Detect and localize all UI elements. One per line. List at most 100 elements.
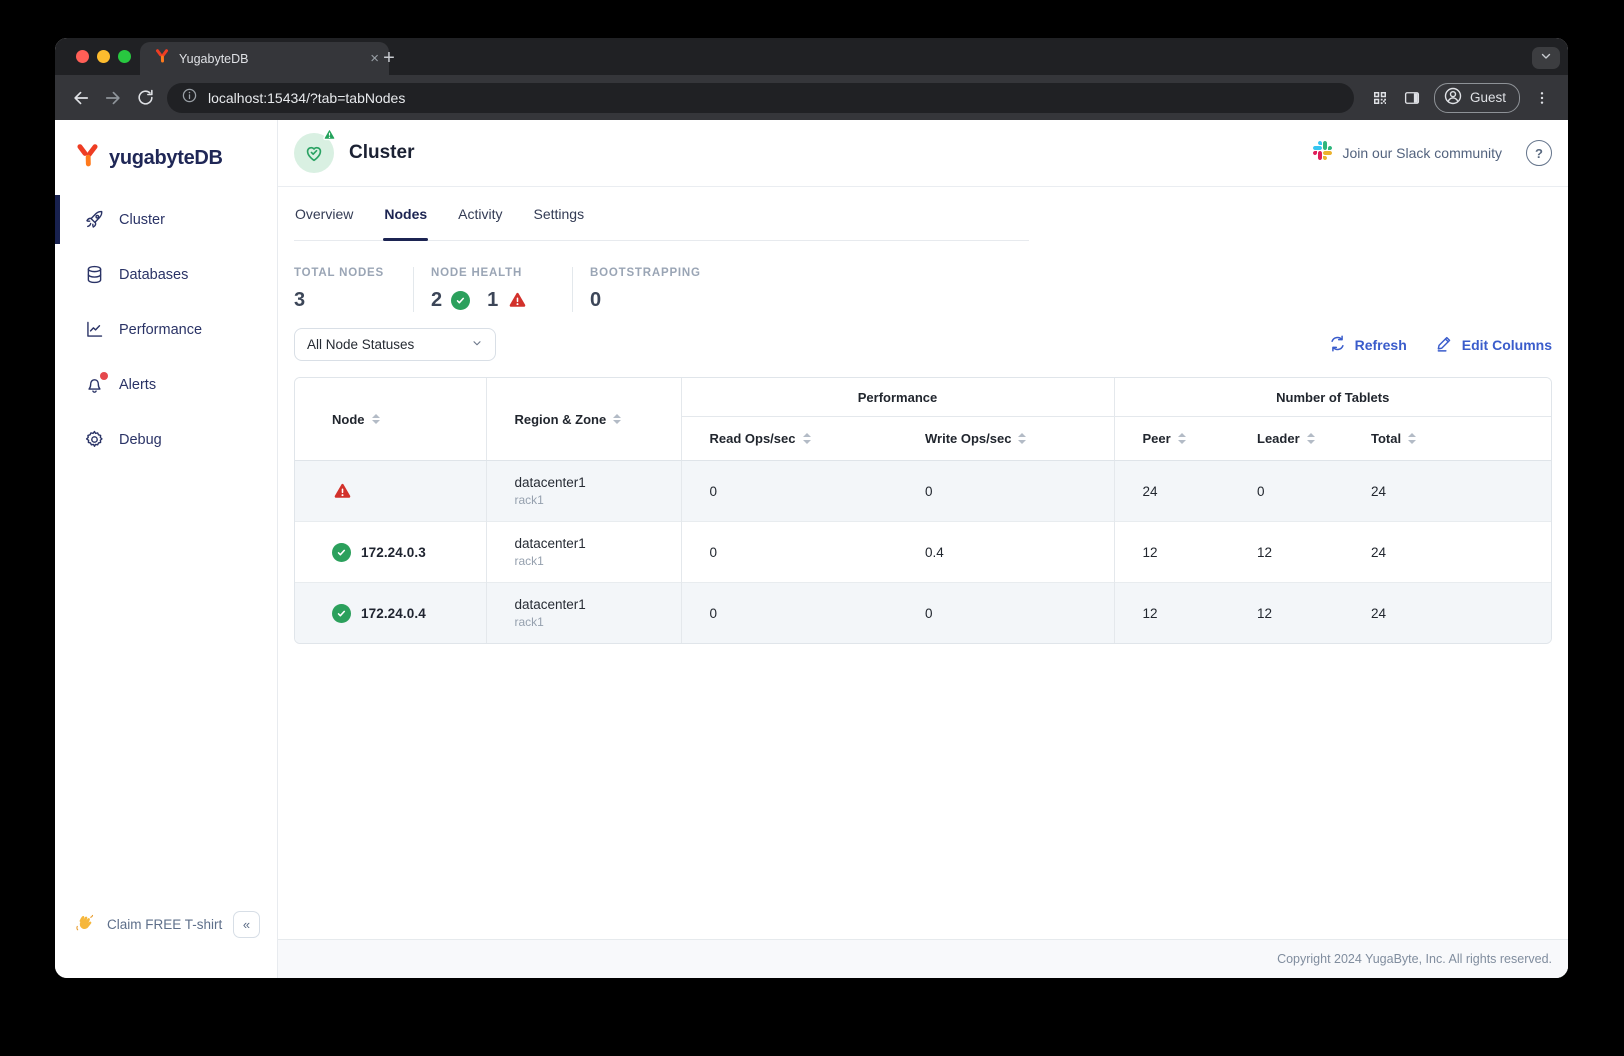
yugabytedb-favicon-icon xyxy=(154,48,170,69)
help-button[interactable]: ? xyxy=(1526,140,1552,166)
browser-toolbar: localhost:15434/?tab=tabNodes Guest xyxy=(55,75,1568,120)
yugabytedb-logo: yugabyteDB xyxy=(55,120,277,174)
edit-columns-button[interactable]: Edit Columns xyxy=(1435,334,1552,356)
node-stats: TOTAL NODES 3 NODE HEALTH 2 1 xyxy=(278,241,1568,312)
tab-overview[interactable]: Overview xyxy=(294,187,354,241)
node-cell: 172.24.0.3 xyxy=(295,522,486,583)
browser-menu-icon[interactable] xyxy=(1526,82,1558,114)
check-circle-icon xyxy=(332,543,351,562)
bootstrapping-value: 0 xyxy=(590,289,601,312)
stat-bootstrapping: BOOTSTRAPPING 0 xyxy=(572,267,719,312)
healthy-count: 2 xyxy=(431,289,442,312)
chart-line-icon xyxy=(84,319,105,340)
yugabytedb-logo-icon xyxy=(74,142,101,174)
region-cell: datacenter1 rack1 xyxy=(486,583,681,644)
column-header-node: Node xyxy=(295,378,486,461)
sort-icon[interactable] xyxy=(1178,433,1186,444)
side-panel-icon[interactable] xyxy=(1396,82,1428,114)
browser-tab[interactable]: YugabyteDB × xyxy=(140,42,389,75)
gear-icon xyxy=(84,429,105,450)
sidebar: yugabyteDB Cluster Databases xyxy=(55,120,278,978)
sort-icon[interactable] xyxy=(1018,433,1026,444)
forward-button[interactable] xyxy=(97,82,129,114)
address-bar[interactable]: localhost:15434/?tab=tabNodes xyxy=(167,83,1354,113)
column-header-total: Total xyxy=(1343,417,1551,461)
desktop-background: YugabyteDB × + localhost:15434/?tab=tabN… xyxy=(0,0,1624,1056)
region-name: datacenter1 xyxy=(515,475,680,490)
tab-settings[interactable]: Settings xyxy=(533,187,586,241)
new-tab-button[interactable]: + xyxy=(375,44,403,72)
tab-nodes[interactable]: Nodes xyxy=(383,187,428,241)
sort-icon[interactable] xyxy=(372,414,380,425)
total-cell: 24 xyxy=(1343,461,1551,522)
stat-label: TOTAL NODES xyxy=(294,267,395,279)
collapse-sidebar-button[interactable]: « xyxy=(233,911,260,938)
qr-code-icon[interactable] xyxy=(1364,82,1396,114)
node-address: 172.24.0.3 xyxy=(361,545,426,560)
sidebar-item-label: Databases xyxy=(119,267,188,283)
column-header-region-zone: Region & Zone xyxy=(486,378,681,461)
sort-icon[interactable] xyxy=(1307,433,1315,444)
claim-tshirt-label: Claim FREE T-shirt xyxy=(107,917,233,932)
cluster-health-icon xyxy=(294,133,334,173)
sidebar-item-cluster[interactable]: Cluster xyxy=(55,192,277,247)
page-title: Cluster xyxy=(349,142,414,164)
main-panel: Cluster Join our Slack community ? Overv… xyxy=(278,120,1568,978)
write-ops-cell: 0 xyxy=(897,461,1114,522)
sort-icon[interactable] xyxy=(613,414,621,425)
sort-icon[interactable] xyxy=(1408,433,1416,444)
sidebar-item-debug[interactable]: Debug xyxy=(55,412,277,467)
column-header-peer: Peer xyxy=(1114,417,1229,461)
back-button[interactable] xyxy=(65,82,97,114)
tab-search-button[interactable] xyxy=(1532,47,1560,69)
tab-activity[interactable]: Activity xyxy=(457,187,503,241)
database-icon xyxy=(84,264,105,285)
node-status-filter-select[interactable]: All Node Statuses xyxy=(294,328,496,361)
table-row[interactable]: datacenter1 rack1 0 0 24 0 24 xyxy=(295,461,1551,522)
region-cell: datacenter1 rack1 xyxy=(486,522,681,583)
rocket-icon xyxy=(84,209,105,230)
region-name: datacenter1 xyxy=(515,597,680,612)
warning-triangle-icon xyxy=(507,290,528,311)
node-address: 172.24.0.4 xyxy=(361,606,426,621)
table-row[interactable]: 172.24.0.3 datacenter1 rack1 0 0.4 12 12 xyxy=(295,522,1551,583)
unhealthy-count: 1 xyxy=(487,289,498,312)
reload-button[interactable] xyxy=(129,82,161,114)
sidebar-nav: Cluster Databases Performance xyxy=(55,192,277,467)
column-header-read-ops: Read Ops/sec xyxy=(681,417,897,461)
minimize-window-button[interactable] xyxy=(97,50,110,63)
read-ops-cell: 0 xyxy=(681,461,897,522)
sidebar-item-databases[interactable]: Databases xyxy=(55,247,277,302)
guest-profile-button[interactable]: Guest xyxy=(1434,83,1520,113)
app-content: yugabyteDB Cluster Databases xyxy=(55,120,1568,978)
cluster-tabs: Overview Nodes Activity Settings xyxy=(278,187,1568,241)
sort-icon[interactable] xyxy=(803,433,811,444)
slack-community-link[interactable]: Join our Slack community xyxy=(1313,141,1502,165)
chevron-down-icon xyxy=(1539,49,1553,68)
group-header-tablets: Number of Tablets xyxy=(1114,378,1551,417)
zoom-window-button[interactable] xyxy=(118,50,131,63)
zone-name: rack1 xyxy=(515,554,680,568)
peer-cell: 12 xyxy=(1114,583,1229,644)
site-info-icon[interactable] xyxy=(181,87,198,109)
sidebar-item-alerts[interactable]: Alerts xyxy=(55,357,277,412)
url-text: localhost:15434/?tab=tabNodes xyxy=(208,90,405,106)
avatar-icon xyxy=(1443,86,1463,109)
stat-label: NODE HEALTH xyxy=(431,267,554,279)
stat-total-nodes: TOTAL NODES 3 xyxy=(294,267,413,312)
leader-cell: 12 xyxy=(1229,583,1343,644)
logo-text: yugabyteDB xyxy=(109,147,223,170)
table-row[interactable]: 172.24.0.4 datacenter1 rack1 0 0 12 12 xyxy=(295,583,1551,644)
refresh-button[interactable]: Refresh xyxy=(1328,334,1407,356)
leader-cell: 0 xyxy=(1229,461,1343,522)
sidebar-item-label: Cluster xyxy=(119,212,165,228)
sidebar-item-performance[interactable]: Performance xyxy=(55,302,277,357)
slack-link-label: Join our Slack community xyxy=(1342,145,1502,161)
warning-badge-icon xyxy=(321,127,338,149)
close-window-button[interactable] xyxy=(76,50,89,63)
refresh-label: Refresh xyxy=(1355,337,1407,353)
window-controls xyxy=(76,50,131,63)
claim-tshirt-link[interactable]: Claim FREE T-shirt « xyxy=(55,911,277,938)
browser-tab-strip: YugabyteDB × + xyxy=(55,38,1568,75)
cluster-header: Cluster Join our Slack community ? xyxy=(278,120,1568,187)
